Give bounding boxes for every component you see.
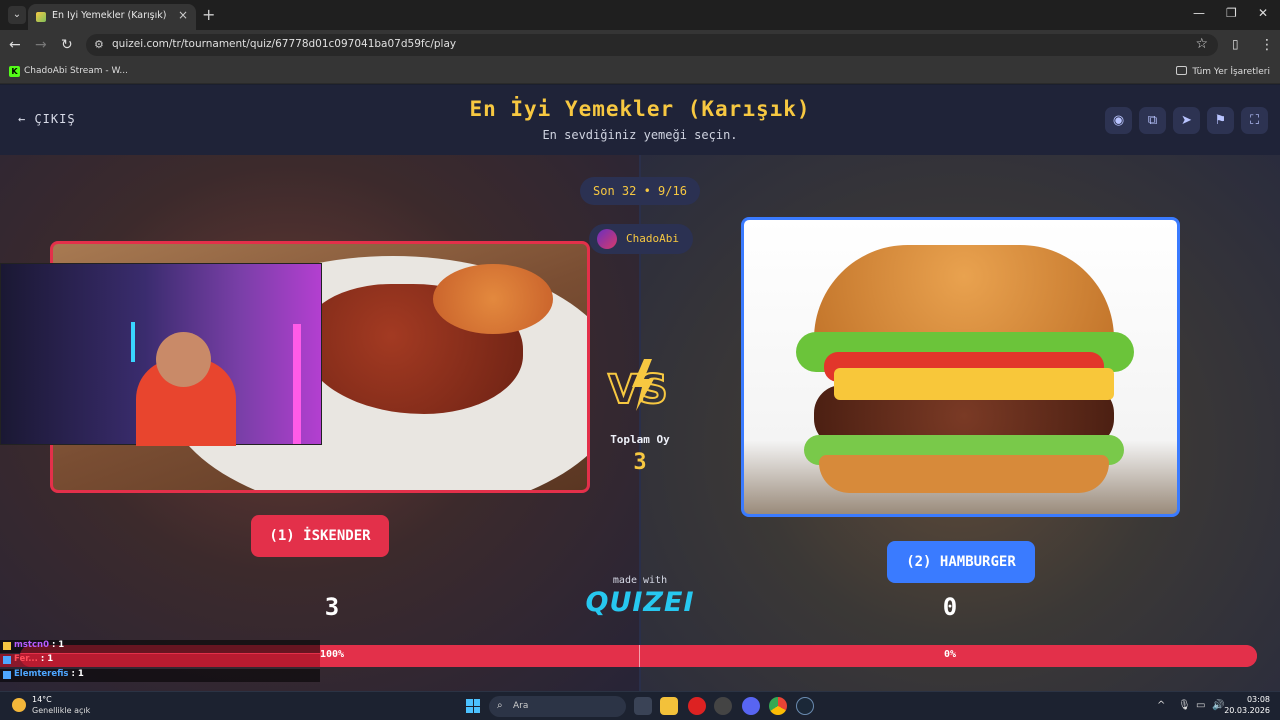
steam-icon[interactable]	[796, 697, 814, 715]
volume-icon[interactable]: 🔊	[1212, 700, 1224, 711]
discord-icon[interactable]	[742, 697, 760, 715]
user-badge: ChadoAbi	[589, 224, 693, 254]
kick-icon: K	[9, 66, 20, 77]
chat-user: Elemterefis : 1	[14, 669, 84, 679]
bookmark-star-icon[interactable]: ☆	[1195, 36, 1208, 52]
tab-title: En İyi Yemekler (Karışık) – Tier List..	[52, 10, 170, 21]
chat-count: : 1	[51, 640, 65, 650]
round-badge: Son 32 • 9/16	[580, 177, 700, 205]
weather-icon[interactable]	[12, 698, 26, 712]
vote-option-1-button[interactable]: (1) İSKENDER	[251, 515, 389, 557]
search-placeholder: Ara	[513, 701, 529, 711]
quiz-app: ← ÇIKIŞ En İyi Yemekler (Karışık) En sev…	[0, 85, 1280, 691]
app-icon[interactable]	[714, 697, 732, 715]
forward-icon[interactable]: →	[35, 37, 47, 53]
bun-bottom-shape	[819, 455, 1109, 493]
chat-badge-icon	[3, 656, 11, 664]
tab-favicon-icon	[36, 12, 46, 22]
made-with-label: made with	[612, 575, 668, 586]
opera-icon[interactable]	[688, 697, 706, 715]
chat-user: Fer... : 1	[14, 654, 53, 664]
chat-user-name: Fer...	[14, 654, 38, 664]
neon-light-bar	[293, 324, 301, 444]
bookmark-item[interactable]: ChadoAbi Stream - W...	[24, 66, 128, 76]
copy-icon[interactable]: ⧉	[1139, 107, 1166, 134]
all-bookmarks-label: Tüm Yer İşaretleri	[1192, 67, 1270, 77]
fullscreen-icon[interactable]: ⛶	[1241, 107, 1268, 134]
page-title: En İyi Yemekler (Karışık)	[469, 97, 811, 121]
new-tab-icon[interactable]: +	[202, 5, 215, 24]
option-2-votes: 0	[942, 593, 958, 621]
eye-icon[interactable]: ◉	[1105, 107, 1132, 134]
back-icon[interactable]: ←	[9, 37, 21, 53]
user-name: ChadoAbi	[626, 232, 679, 245]
quizei-logo[interactable]: QUIZEI	[580, 587, 700, 618]
chrome-icon[interactable]	[769, 697, 787, 715]
total-votes-label: Toplam Oy	[610, 433, 670, 446]
browser-tab[interactable]: En İyi Yemekler (Karışık) – Tier List.. …	[28, 4, 196, 30]
cheese-shape	[834, 368, 1114, 400]
search-icon: ⌕	[497, 700, 503, 711]
chat-badge-icon	[3, 671, 11, 679]
app-header: ← ÇIKIŞ En İyi Yemekler (Karışık) En sev…	[0, 85, 1280, 155]
weather-temp: 14°C	[32, 695, 52, 704]
folder-icon	[1176, 66, 1188, 75]
mic-icon[interactable]: 🎙	[1178, 700, 1191, 711]
clock-time: 03:08	[1246, 695, 1270, 704]
flag-icon[interactable]: ⚑	[1207, 107, 1234, 134]
bookmarks-bar: K ChadoAbi Stream - W... Tüm Yer İşaretl…	[0, 60, 1280, 84]
send-icon[interactable]: ➤	[1173, 107, 1200, 134]
close-window-icon[interactable]: ✕	[1258, 6, 1268, 20]
vs-icon: VS	[607, 359, 669, 414]
chat-user-name: mstcn0	[14, 640, 49, 650]
avatar	[597, 229, 617, 249]
url-text: quizei.com/tr/tournament/quiz/67778d01c0…	[112, 38, 457, 50]
browser-tab-strip: ⌄ En İyi Yemekler (Karışık) – Tier List.…	[0, 0, 1280, 30]
tab-search-icon[interactable]: ⌄	[8, 6, 26, 24]
chat-user: mstcn0 : 1	[14, 640, 64, 650]
chat-count: : 1	[40, 654, 54, 664]
webcam-overlay	[0, 263, 322, 446]
streamer-head	[156, 332, 211, 387]
page-subtitle: En sevdiğiniz yemeği seçin.	[542, 128, 738, 142]
chat-row: mstcn0 : 1	[0, 640, 320, 653]
chat-count: : 1	[71, 669, 84, 679]
option-2-image[interactable]	[741, 217, 1180, 517]
tray-overflow-icon[interactable]: ^	[1157, 700, 1165, 711]
progress-divider	[639, 645, 640, 667]
file-explorer-icon[interactable]	[660, 697, 678, 715]
vote-option-2-button[interactable]: (2) HAMBURGER	[887, 541, 1035, 583]
extensions-icon[interactable]: ▯	[1232, 37, 1239, 51]
clock-date: 20.03.2026	[1224, 706, 1270, 715]
stream-chat-overlay: mstcn0 : 1 Fer... : 1 Elemterefis : 1	[0, 638, 320, 684]
option-2-percent: 0%	[943, 649, 957, 660]
chat-row: Fer... : 1	[0, 654, 320, 667]
windows-taskbar: 14°C Genellikle açık ⌕ Ara ^ 🎙 ▭ 🔊 03:08…	[0, 691, 1280, 720]
network-icon[interactable]: ▭	[1196, 700, 1205, 711]
reload-icon[interactable]: ↻	[61, 37, 73, 53]
chat-row: Elemterefis : 1	[0, 669, 320, 682]
all-bookmarks-folder[interactable]: Tüm Yer İşaretleri	[1176, 66, 1270, 77]
url-input[interactable]: ⚙ quizei.com/tr/tournament/quiz/67778d01…	[86, 34, 1218, 56]
address-toolbar: ← → ↻ ⚙ quizei.com/tr/tournament/quiz/67…	[0, 30, 1280, 60]
tab-close-icon[interactable]: ×	[178, 8, 188, 22]
chat-badge-icon	[3, 642, 11, 650]
weather-desc: Genellikle açık	[32, 706, 91, 715]
option-1-votes: 3	[324, 593, 340, 621]
minimize-icon[interactable]: —	[1193, 6, 1205, 20]
chat-user-name: Elemterefis	[14, 669, 69, 679]
start-icon[interactable]	[466, 699, 480, 713]
total-votes-value: 3	[633, 450, 647, 475]
rice-shape	[433, 264, 553, 334]
taskbar-search[interactable]: ⌕ Ara	[489, 696, 626, 717]
site-info-icon[interactable]: ⚙	[94, 38, 104, 51]
restore-icon[interactable]: ❐	[1226, 6, 1237, 20]
task-view-icon[interactable]	[634, 697, 652, 715]
menu-icon[interactable]: ⋮	[1260, 37, 1274, 53]
neon-cross-light	[131, 322, 135, 362]
